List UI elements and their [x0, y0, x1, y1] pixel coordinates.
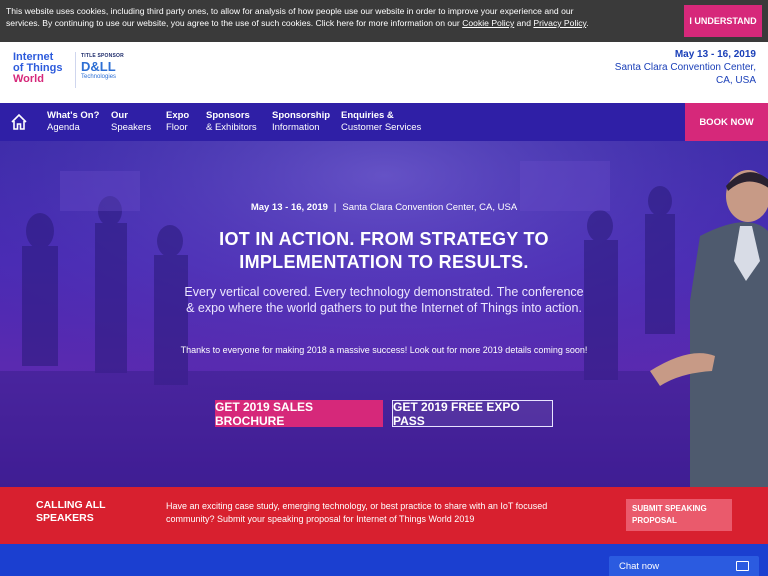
sponsor-subtitle: Technologies — [81, 74, 117, 80]
cookie-text-period: . — [586, 18, 589, 28]
nav-item-sponsorship-line2: Information — [272, 122, 320, 133]
nav-item-sponsorship-line1: Sponsorship — [272, 110, 331, 121]
hero-separator: | — [333, 202, 337, 213]
site-logo[interactable]: Internet of Things World — [13, 52, 73, 85]
nav-item-sponsorship[interactable]: Sponsorship Information — [272, 110, 330, 134]
sponsor-brand: D&LL — [81, 59, 116, 74]
nav-item-enquiries[interactable]: Enquiries & Customer Services — [341, 110, 421, 134]
chat-widget[interactable]: Chat now — [609, 556, 759, 576]
hero-section: May 13 - 16, 2019 | Santa Clara Convention… — [0, 141, 768, 487]
nav-item-sponsors-line1: Sponsors — [206, 110, 250, 121]
privacy-policy-link[interactable]: Privacy Policy — [533, 18, 586, 28]
nav-item-speakers[interactable]: Our Speakers — [111, 110, 151, 134]
nav-item-agenda[interactable]: What's On? Agenda — [47, 110, 99, 134]
home-button[interactable] — [0, 103, 38, 141]
hero-subtitle: Every vertical covered. Every technology… — [184, 285, 584, 315]
nav-item-enquiries-line2: Customer Services — [341, 122, 422, 133]
event-info: May 13 - 16, 2019 Santa Clara Convention… — [615, 48, 756, 87]
cookie-notice-text: This website uses cookies, including thi… — [6, 5, 606, 29]
event-venue-line-2: CA, USA — [715, 75, 756, 86]
cookie-policy-link[interactable]: Cookie Policy — [462, 18, 514, 28]
speakers-text: Have an exciting case study, emerging te… — [166, 501, 548, 524]
nav-item-sponsors[interactable]: Sponsors & Exhibitors — [206, 110, 257, 134]
nav-item-expo-line2: Floor — [166, 122, 188, 133]
main-nav: What's On? Agenda Our Speakers Expo Floo… — [0, 103, 768, 141]
title-sponsor: TITLE SPONSOR D&LL Technologies — [81, 53, 124, 80]
cookie-banner: This website uses cookies, including thi… — [0, 0, 768, 42]
accept-cookies-button[interactable]: I UNDERSTAND — [684, 5, 762, 37]
event-date: May 13 - 16, 2019 — [674, 49, 756, 60]
hero-event-details: May 13 - 16, 2019 | Santa Clara Convention… — [0, 202, 768, 213]
nav-item-agenda-line2: Agenda — [47, 122, 80, 133]
chat-label: Chat now — [619, 560, 660, 572]
logo-line-3: World — [13, 73, 44, 85]
call-for-speakers-banner: CALLING ALL SPEAKERS Have an exciting ca… — [0, 487, 768, 544]
nav-item-agenda-line1: What's On? — [47, 110, 100, 121]
hero-venue: Santa Clara Convention Center, CA, USA — [342, 202, 518, 213]
cookie-text-and: and — [514, 18, 534, 28]
nav-item-speakers-line2: Speakers — [111, 122, 152, 133]
free-expo-pass-button[interactable]: GET 2019 FREE EXPO PASS — [392, 400, 553, 428]
hero-thanks-text: Thanks to everyone for making 2018 a mas… — [180, 345, 588, 355]
nav-item-speakers-line1: Our — [111, 110, 128, 121]
chat-window-icon — [736, 561, 749, 571]
sales-brochure-button[interactable]: GET 2019 SALES BROCHURE — [215, 400, 383, 428]
event-venue-line-1: Santa Clara Convention Center, — [614, 62, 756, 73]
nav-item-enquiries-line1: Enquiries & — [341, 110, 394, 121]
nav-item-expo-line1: Expo — [166, 110, 190, 121]
submit-speaking-proposal-button[interactable]: SUBMIT SPEAKING PROPOSAL — [626, 499, 732, 531]
logo-divider — [75, 52, 76, 88]
speakers-title: CALLING ALL SPEAKERS — [36, 499, 106, 524]
home-icon — [11, 113, 27, 130]
hero-title: IOT IN ACTION. FROM STRATEGY TO IMPLEMEN… — [219, 229, 549, 272]
site-header: Internet of Things World TITLE SPONSOR D… — [0, 42, 768, 103]
nav-item-expo-floor[interactable]: Expo Floor — [166, 110, 189, 134]
book-now-button[interactable]: BOOK NOW — [685, 103, 768, 141]
hero-date: May 13 - 16, 2019 — [250, 202, 328, 213]
nav-item-sponsors-line2: & Exhibitors — [206, 122, 257, 133]
